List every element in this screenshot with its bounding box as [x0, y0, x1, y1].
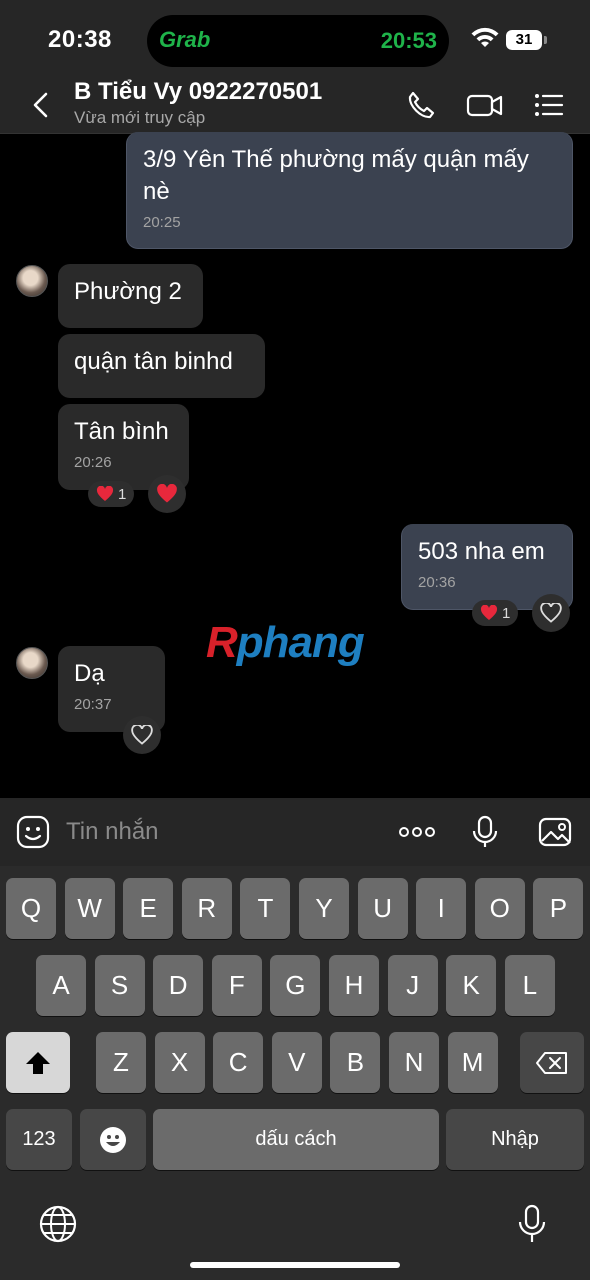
message-text: Phường 2	[74, 278, 182, 305]
key-u[interactable]: U	[357, 878, 408, 939]
island-timer: 20:53	[380, 28, 437, 53]
message-list[interactable]: 3/9 Yên Thế phường mấy quận mấy nè 20:25…	[0, 132, 590, 798]
delete-backspace-icon	[536, 1051, 567, 1074]
key-c[interactable]: C	[213, 1032, 264, 1093]
status-bar: 20:38 Grab 20:53 31	[0, 0, 590, 78]
key-a[interactable]: A	[36, 955, 86, 1016]
key-x[interactable]: X	[154, 1032, 205, 1093]
key-t[interactable]: T	[240, 878, 291, 939]
reaction-summary[interactable]: 1	[88, 481, 135, 507]
menu-list-icon[interactable]	[532, 88, 566, 122]
status-time: 20:38	[48, 26, 112, 53]
emoji-key[interactable]	[80, 1109, 146, 1170]
sticker-emoji-icon[interactable]	[16, 815, 50, 849]
shift-key[interactable]	[6, 1032, 70, 1093]
key-i[interactable]: I	[416, 878, 467, 939]
backspace-key[interactable]	[520, 1032, 584, 1093]
home-indicator[interactable]	[190, 1262, 400, 1268]
message-text: Tân bình	[74, 418, 169, 445]
contact-status: Vừa mới truy cập	[74, 108, 206, 127]
watermark-logo: Rphang	[206, 618, 365, 667]
back-chevron-icon[interactable]	[28, 90, 54, 120]
on-screen-keyboard: QWERTYUIOP ASDFGHJKL ZXCVBNM 123 dấu các…	[0, 866, 590, 1280]
contact-name[interactable]: B Tiểu Vy 0922270501	[74, 78, 322, 106]
image-gallery-icon[interactable]	[538, 815, 572, 849]
space-key[interactable]: dấu cách	[153, 1109, 439, 1170]
key-m[interactable]: M	[447, 1032, 498, 1093]
key-p[interactable]: P	[533, 878, 584, 939]
heart-outline-icon	[131, 725, 153, 745]
message-bubble-outgoing[interactable]: 3/9 Yên Thế phường mấy quận mấy nè 20:25	[126, 132, 573, 249]
wifi-icon	[471, 27, 499, 47]
globe-icon[interactable]	[38, 1204, 78, 1244]
message-bubble-incoming[interactable]: Phường 2	[58, 264, 203, 328]
heart-outline-icon	[540, 603, 562, 623]
key-q[interactable]: Q	[6, 878, 56, 939]
key-w[interactable]: W	[64, 878, 115, 939]
chat-header: B Tiểu Vy 0922270501 Vừa mới truy cập	[0, 78, 590, 134]
reaction-summary[interactable]: 1	[472, 600, 519, 626]
reaction-count: 1	[502, 604, 511, 622]
grab-app-label: Grab	[159, 27, 211, 52]
more-options-icon[interactable]	[398, 815, 436, 849]
emoji-face-icon	[100, 1126, 126, 1153]
key-n[interactable]: N	[389, 1032, 439, 1093]
key-e[interactable]: E	[123, 878, 174, 939]
key-v[interactable]: V	[271, 1032, 322, 1093]
key-k[interactable]: K	[446, 955, 497, 1016]
battery-indicator: 31	[506, 30, 547, 50]
message-text: nè	[143, 178, 170, 205]
contact-avatar[interactable]	[16, 647, 48, 679]
heart-icon	[480, 605, 498, 620]
key-z[interactable]: Z	[96, 1032, 146, 1093]
message-text: 503 nha em	[418, 538, 545, 565]
key-g[interactable]: G	[270, 955, 321, 1016]
react-button[interactable]	[148, 475, 186, 513]
key-o[interactable]: O	[474, 878, 525, 939]
contact-avatar[interactable]	[16, 265, 48, 297]
key-h[interactable]: H	[329, 955, 379, 1016]
key-f[interactable]: F	[211, 955, 262, 1016]
message-time: 20:25	[143, 214, 181, 231]
video-call-icon[interactable]	[466, 88, 504, 122]
numbers-key[interactable]: 123	[6, 1109, 72, 1170]
message-bubble-incoming[interactable]: quận tân binhd	[58, 334, 265, 398]
heart-icon	[157, 484, 177, 503]
key-d[interactable]: D	[153, 955, 204, 1016]
key-b[interactable]: B	[330, 1032, 381, 1093]
message-text: Dạ	[74, 660, 105, 687]
react-button[interactable]	[532, 594, 570, 632]
message-input[interactable]: Tin nhắn	[66, 818, 159, 846]
message-time: 20:36	[418, 574, 456, 591]
key-r[interactable]: R	[181, 878, 232, 939]
message-text: 3/9 Yên Thế phường mấy quận mấy	[143, 146, 529, 173]
key-j[interactable]: J	[387, 955, 438, 1016]
key-s[interactable]: S	[94, 955, 145, 1016]
dictation-microphone-icon[interactable]	[512, 1204, 552, 1244]
phone-call-icon[interactable]	[404, 88, 438, 122]
message-text: quận tân binhd	[74, 348, 233, 375]
message-composer: Tin nhắn	[0, 798, 590, 866]
heart-icon	[96, 486, 114, 501]
key-l[interactable]: L	[504, 955, 555, 1016]
shift-arrow-icon	[26, 1051, 50, 1074]
microphone-icon[interactable]	[468, 815, 502, 849]
react-button[interactable]	[123, 716, 161, 754]
dynamic-island[interactable]: Grab 20:53	[147, 15, 449, 67]
reaction-count: 1	[118, 485, 127, 503]
message-time: 20:37	[74, 696, 112, 713]
return-key[interactable]: Nhập	[446, 1109, 584, 1170]
message-time: 20:26	[74, 454, 112, 471]
key-y[interactable]: Y	[299, 878, 349, 939]
